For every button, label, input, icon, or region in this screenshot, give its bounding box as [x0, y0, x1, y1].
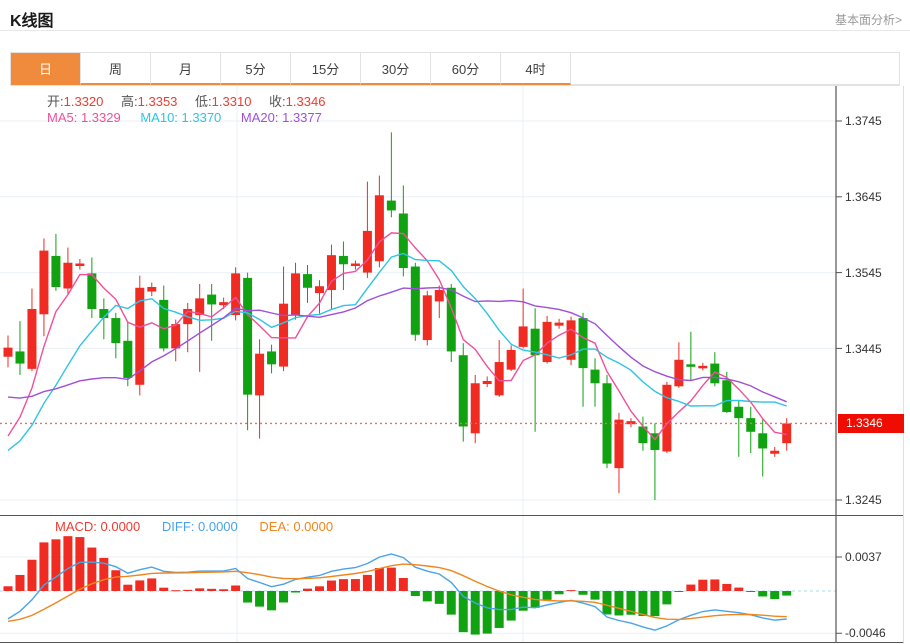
- tab-5min[interactable]: 5分: [221, 53, 291, 85]
- fundamental-analysis-link[interactable]: 基本面分析>: [835, 11, 902, 28]
- page-title: K线图: [10, 7, 54, 31]
- candles-group: [4, 132, 792, 500]
- price-tick-13245: 1.3245: [845, 493, 907, 507]
- open-value: 1.3320: [64, 94, 104, 109]
- ma-legend: MA5: 1.3329 MA10: 1.3370 MA20: 1.3377: [47, 110, 322, 125]
- interval-tabbar: 日 周 月 5分 15分 30分 60分 4时: [10, 52, 900, 86]
- tabbar-filler: [571, 53, 899, 85]
- ma10-value: MA10: 1.3370: [140, 110, 221, 125]
- open-label: 开:: [47, 94, 64, 109]
- kline-chart[interactable]: [0, 86, 910, 644]
- diff-value: DIFF: 0.0000: [162, 519, 238, 534]
- price-tick-13645: 1.3645: [845, 190, 907, 204]
- macd-group: [0, 536, 836, 634]
- tab-month[interactable]: 月: [151, 53, 221, 85]
- macd-value: MACD: 0.0000: [55, 519, 140, 534]
- tab-30min[interactable]: 30分: [361, 53, 431, 85]
- high-value: 1.3353: [138, 94, 178, 109]
- ma20-value: MA20: 1.3377: [241, 110, 322, 125]
- price-tick-13745: 1.3745: [845, 114, 907, 128]
- price-tick-13445: 1.3445: [845, 342, 907, 356]
- high-label: 高:: [121, 94, 138, 109]
- ohlc-legend: 开:1.3320 高:1.3353 低:1.3310 收:1.3346: [47, 91, 339, 110]
- header-divider: [0, 30, 910, 31]
- kline-widget: { "header": { "title": "K线图", "link": "基…: [0, 0, 910, 644]
- tab-day[interactable]: 日: [11, 53, 81, 85]
- macd-tick-bottom: -0.0046: [845, 626, 907, 640]
- macd-tick-top: 0.0037: [845, 550, 907, 564]
- close-value: 1.3346: [286, 94, 326, 109]
- tab-week[interactable]: 周: [81, 53, 151, 85]
- ma5-value: MA5: 1.3329: [47, 110, 121, 125]
- macd-legend: MACD: 0.0000 DIFF: 0.0000 DEA: 0.0000: [55, 519, 333, 534]
- tab-4hour[interactable]: 4时: [501, 53, 571, 85]
- close-label: 收:: [269, 94, 286, 109]
- low-value: 1.3310: [212, 94, 252, 109]
- price-tick-13545: 1.3545: [845, 266, 907, 280]
- dea-value: DEA: 0.0000: [259, 519, 333, 534]
- tab-15min[interactable]: 15分: [291, 53, 361, 85]
- low-label: 低:: [195, 94, 212, 109]
- tab-60min[interactable]: 60分: [431, 53, 501, 85]
- current-price-badge: 1.3346: [838, 414, 904, 433]
